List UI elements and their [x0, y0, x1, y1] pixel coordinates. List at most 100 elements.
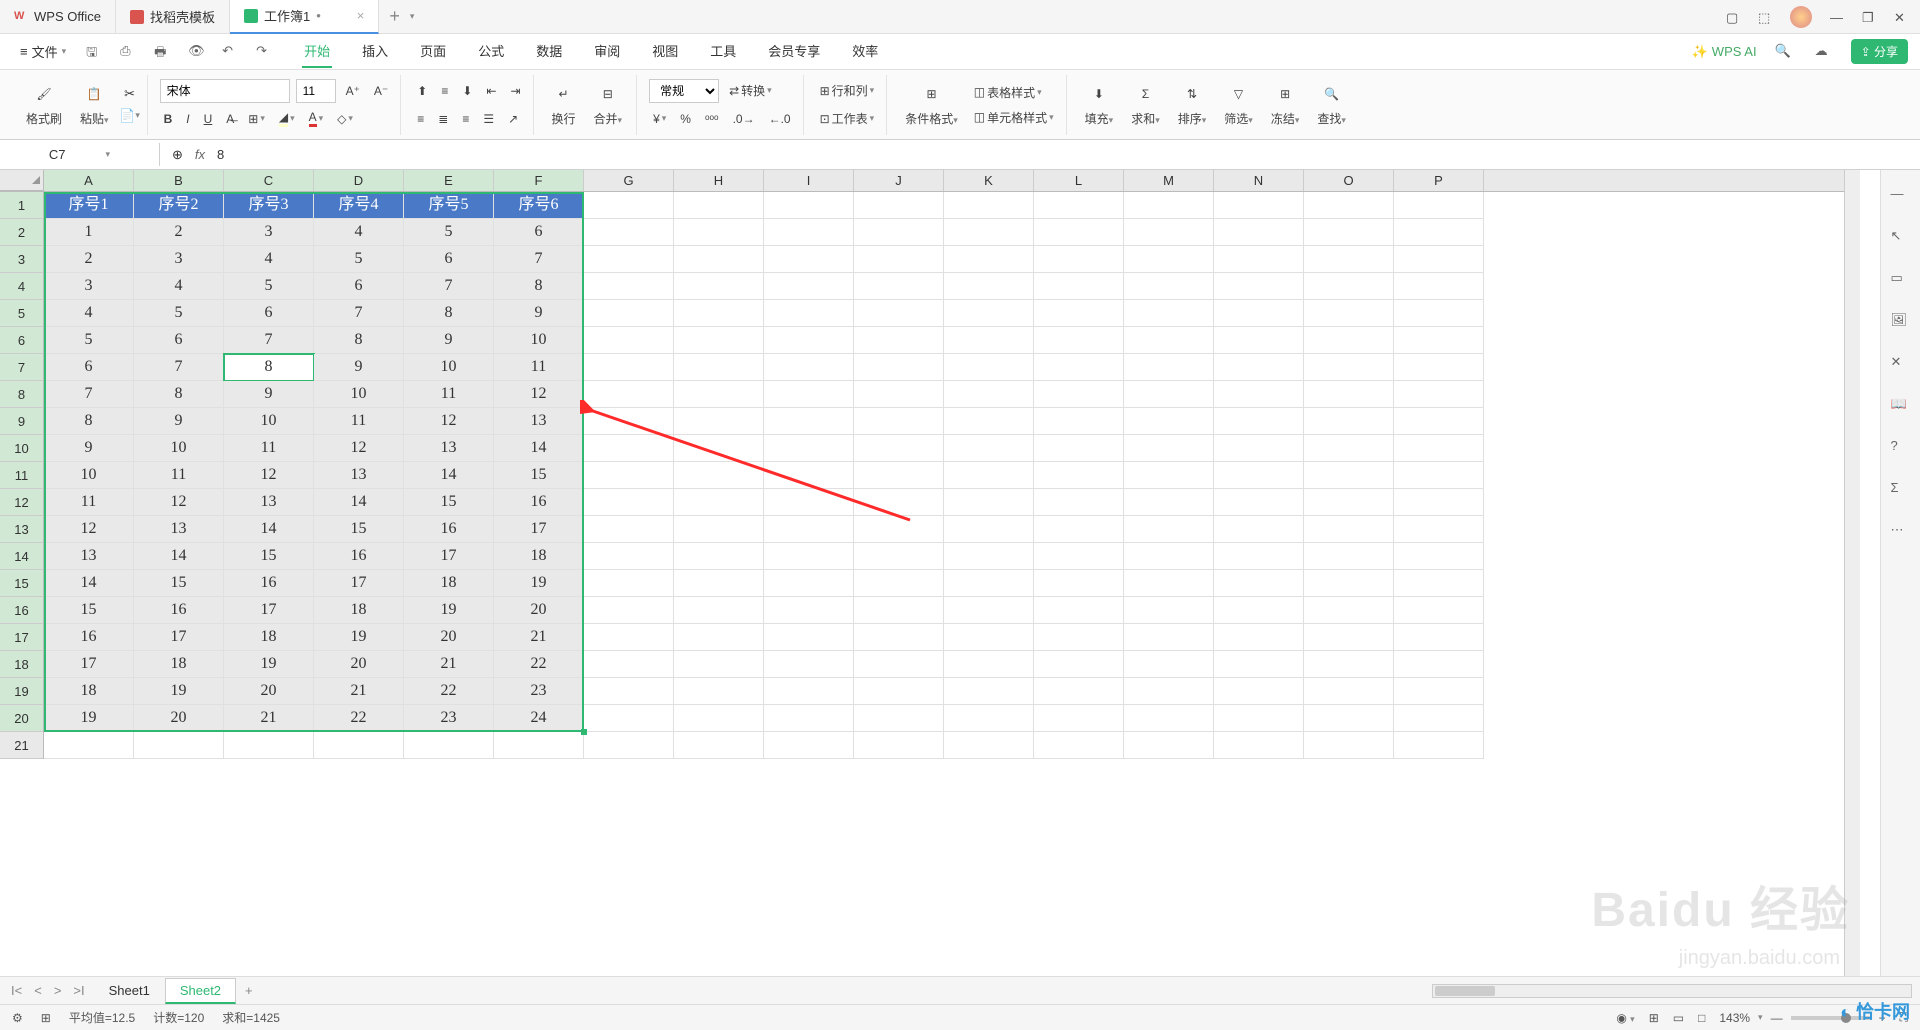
- cell[interactable]: [854, 516, 944, 543]
- name-box[interactable]: C7▾: [0, 143, 160, 166]
- export-icon[interactable]: ⎙: [120, 43, 138, 61]
- find-button[interactable]: 🔍查找▾: [1311, 80, 1352, 129]
- cell[interactable]: [224, 732, 314, 759]
- cell[interactable]: [1304, 327, 1394, 354]
- cell[interactable]: [1214, 246, 1304, 273]
- menu-tab-数据[interactable]: 数据: [534, 35, 564, 68]
- preview-icon[interactable]: 👁: [188, 43, 206, 61]
- cell[interactable]: [584, 624, 674, 651]
- cell[interactable]: [1214, 381, 1304, 408]
- align-middle-icon[interactable]: ≡: [437, 82, 452, 100]
- cell[interactable]: [134, 732, 224, 759]
- cell[interactable]: [1034, 219, 1124, 246]
- tab-menu-caret[interactable]: ▾: [410, 11, 415, 22]
- cell[interactable]: 3: [224, 219, 314, 246]
- cell[interactable]: 16: [494, 489, 584, 516]
- cell[interactable]: [1304, 300, 1394, 327]
- side-more-icon[interactable]: ⋯: [1891, 522, 1911, 542]
- cell[interactable]: 9: [404, 327, 494, 354]
- view-break-icon[interactable]: □: [1698, 1011, 1705, 1025]
- cell[interactable]: [1034, 192, 1124, 219]
- cell[interactable]: [1034, 489, 1124, 516]
- cell[interactable]: 9: [314, 354, 404, 381]
- cell[interactable]: [1124, 192, 1214, 219]
- cell[interactable]: [764, 381, 854, 408]
- cell[interactable]: [1214, 462, 1304, 489]
- menu-tab-公式[interactable]: 公式: [476, 35, 506, 68]
- cell[interactable]: 22: [314, 705, 404, 732]
- cell[interactable]: 15: [404, 489, 494, 516]
- cell[interactable]: [854, 435, 944, 462]
- filter-button[interactable]: ▽筛选▾: [1218, 80, 1259, 129]
- cell[interactable]: [674, 435, 764, 462]
- cell[interactable]: [854, 219, 944, 246]
- row-header[interactable]: 11: [0, 462, 43, 489]
- column-headers[interactable]: ABCDEFGHIJKLMNOP: [0, 170, 1844, 192]
- cell[interactable]: 18: [134, 651, 224, 678]
- cell[interactable]: [1034, 732, 1124, 759]
- comma-icon[interactable]: ᵒᵒᵒ: [701, 110, 723, 128]
- cell[interactable]: [1394, 408, 1484, 435]
- indent-right-icon[interactable]: ⇥: [506, 82, 524, 100]
- merge-button[interactable]: ⊟合并▾: [588, 80, 629, 129]
- cell[interactable]: [1034, 246, 1124, 273]
- cell[interactable]: [1124, 246, 1214, 273]
- cell[interactable]: [854, 462, 944, 489]
- cell[interactable]: 7: [224, 327, 314, 354]
- close-icon[interactable]: ✕: [1894, 10, 1908, 24]
- cell[interactable]: [1394, 516, 1484, 543]
- row-header[interactable]: 15: [0, 570, 43, 597]
- cell[interactable]: [494, 732, 584, 759]
- menu-tab-插入[interactable]: 插入: [360, 35, 390, 68]
- side-image-icon[interactable]: 🖼: [1891, 312, 1911, 332]
- title-tab[interactable]: WWPS Office: [0, 0, 116, 34]
- cell[interactable]: 8: [494, 273, 584, 300]
- cell[interactable]: [1304, 597, 1394, 624]
- cell[interactable]: [764, 300, 854, 327]
- cell[interactable]: [1304, 678, 1394, 705]
- cell[interactable]: 17: [134, 624, 224, 651]
- cell[interactable]: [674, 516, 764, 543]
- cell[interactable]: [1124, 516, 1214, 543]
- cell[interactable]: [1394, 597, 1484, 624]
- currency-icon[interactable]: ¥▾: [649, 110, 670, 128]
- cell[interactable]: 15: [494, 462, 584, 489]
- cell[interactable]: [1304, 543, 1394, 570]
- menu-tab-工具[interactable]: 工具: [708, 35, 738, 68]
- cell[interactable]: 18: [404, 570, 494, 597]
- layout-icon[interactable]: ▢: [1726, 10, 1740, 24]
- cell[interactable]: [1214, 300, 1304, 327]
- cell[interactable]: [1034, 327, 1124, 354]
- cell[interactable]: 6: [134, 327, 224, 354]
- cell[interactable]: [584, 435, 674, 462]
- cell[interactable]: [854, 327, 944, 354]
- row-header[interactable]: 8: [0, 381, 43, 408]
- cell[interactable]: [1034, 435, 1124, 462]
- cell[interactable]: [854, 192, 944, 219]
- cell[interactable]: 7: [494, 246, 584, 273]
- underline-icon[interactable]: U: [200, 110, 217, 128]
- col-header[interactable]: A: [44, 170, 134, 191]
- cell[interactable]: 15: [224, 543, 314, 570]
- cell[interactable]: [1394, 705, 1484, 732]
- cell[interactable]: [1304, 732, 1394, 759]
- cell[interactable]: [854, 624, 944, 651]
- row-header[interactable]: 6: [0, 327, 43, 354]
- cell[interactable]: 8: [134, 381, 224, 408]
- row-header[interactable]: 1: [0, 192, 43, 219]
- cell[interactable]: 19: [404, 597, 494, 624]
- cell[interactable]: 6: [44, 354, 134, 381]
- col-header[interactable]: K: [944, 170, 1034, 191]
- cell[interactable]: 13: [314, 462, 404, 489]
- inc-decimal-icon[interactable]: .0→: [729, 110, 759, 128]
- cube-icon[interactable]: ⬚: [1758, 10, 1772, 24]
- cell[interactable]: 4: [134, 273, 224, 300]
- cell[interactable]: 20: [134, 705, 224, 732]
- cell[interactable]: [1124, 408, 1214, 435]
- cell[interactable]: [674, 489, 764, 516]
- cell[interactable]: [1394, 381, 1484, 408]
- cell[interactable]: 14: [404, 462, 494, 489]
- cell[interactable]: [854, 489, 944, 516]
- cell[interactable]: 16: [224, 570, 314, 597]
- cell[interactable]: [1124, 300, 1214, 327]
